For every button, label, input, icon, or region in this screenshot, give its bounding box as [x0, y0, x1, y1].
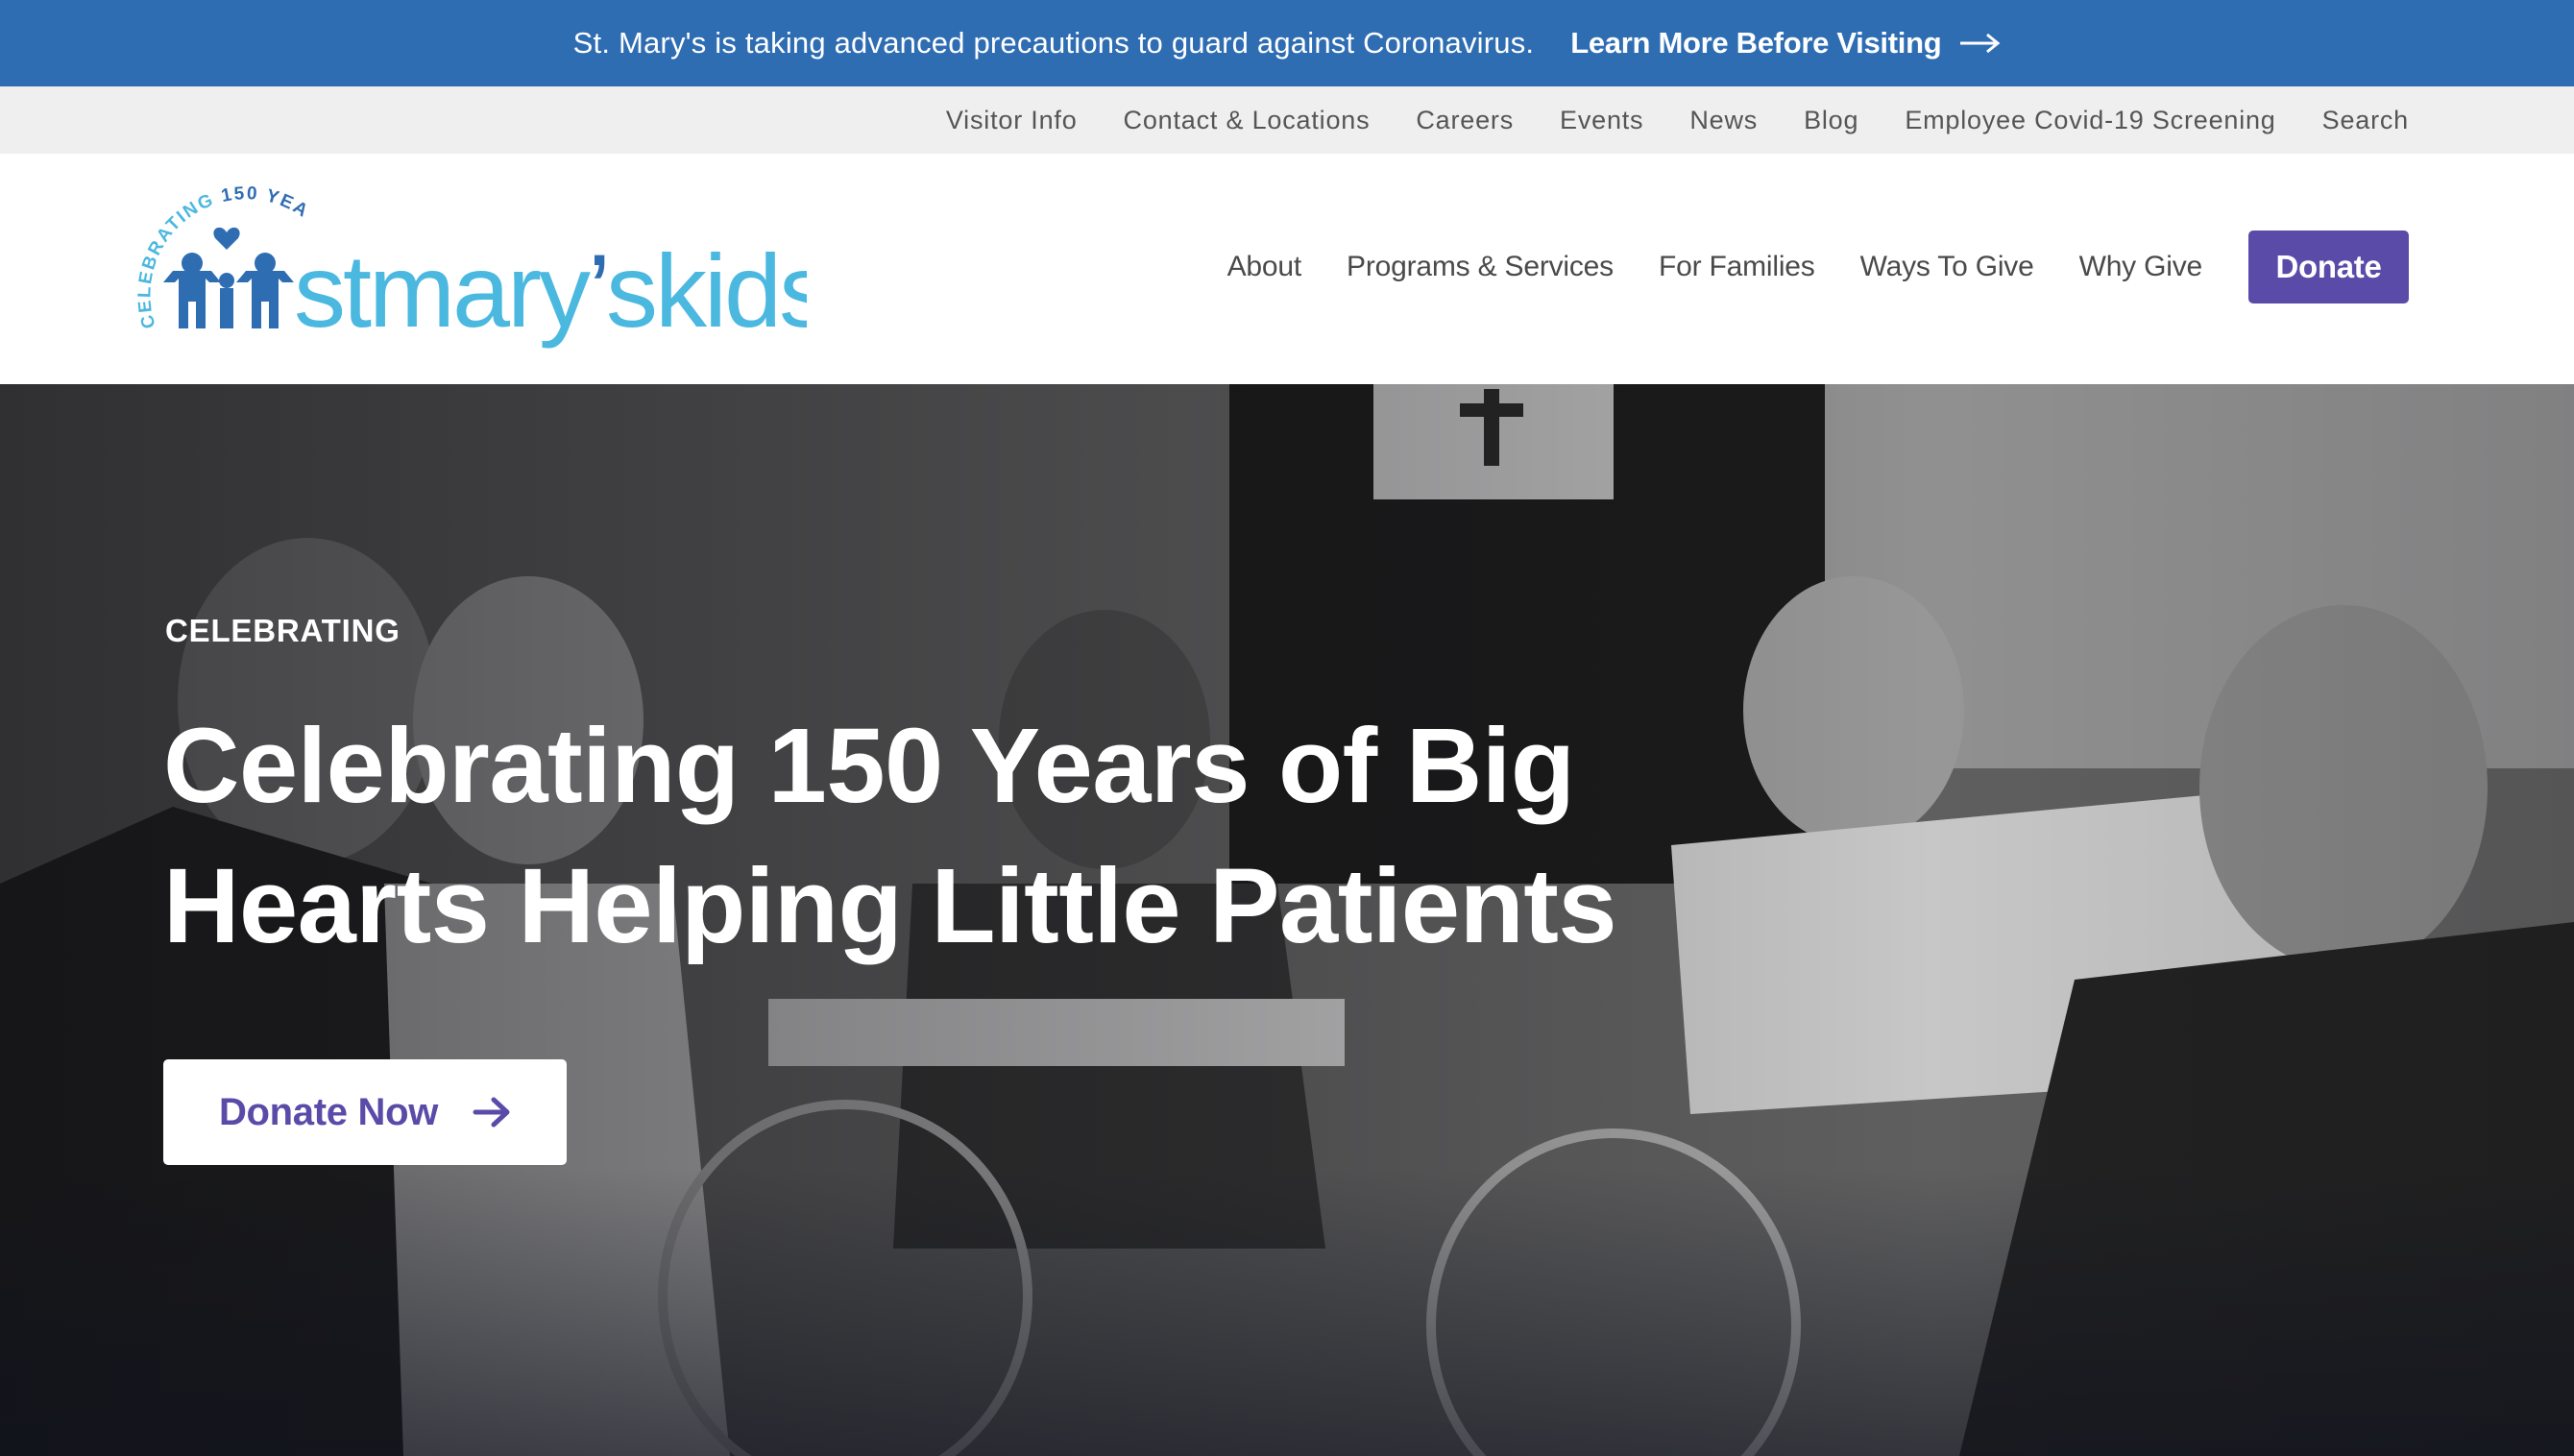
main-nav: About Programs & Services For Families W… — [1182, 231, 2409, 303]
donate-now-label: Donate Now — [218, 1090, 439, 1133]
nav-item-for-families[interactable]: For Families — [1659, 251, 1815, 283]
stmaryskids-logo[interactable]: CELEBRATING 150 YEARS stmary’skids — [134, 175, 807, 367]
donate-now-button[interactable]: Donate Now — [163, 1059, 567, 1165]
nav-item-why-give[interactable]: Why Give — [2079, 251, 2203, 283]
donate-button[interactable]: Donate — [2248, 231, 2409, 303]
hero-banner: CELEBRATING Celebrating 150 Years of Big… — [0, 384, 2574, 1456]
alert-learn-more-link[interactable]: Learn More Before Visiting — [1570, 26, 2001, 61]
utility-item-visitor-info[interactable]: Visitor Info — [946, 106, 1078, 135]
alert-text: St. Mary's is taking advanced precaution… — [572, 26, 1535, 60]
hero-eyebrow: CELEBRATING — [165, 613, 401, 648]
arrow-right-icon — [1960, 33, 2001, 54]
utility-item-blog[interactable]: Blog — [1804, 106, 1858, 135]
alert-link-label: Learn More Before Visiting — [1570, 26, 1942, 60]
alert-bar: St. Mary's is taking advanced precaution… — [0, 0, 2574, 86]
utility-item-contact-locations[interactable]: Contact & Locations — [1124, 106, 1371, 135]
nav-item-ways-to-give[interactable]: Ways To Give — [1860, 251, 2034, 283]
svg-text:stmary’skids: stmary’skids — [294, 232, 807, 349]
site-header: CELEBRATING 150 YEARS stmary’skids About… — [0, 154, 2574, 384]
nav-item-programs-services[interactable]: Programs & Services — [1347, 251, 1614, 283]
utility-item-news[interactable]: News — [1689, 106, 1758, 135]
hero-title: Celebrating 150 Years of Big Hearts Help… — [163, 707, 1617, 965]
utility-item-careers[interactable]: Careers — [1416, 106, 1514, 135]
arrow-right-icon — [473, 1097, 510, 1128]
utility-nav: Visitor Info Contact & Locations Careers… — [0, 86, 2574, 154]
nav-item-about[interactable]: About — [1227, 251, 1302, 283]
utility-item-events[interactable]: Events — [1560, 106, 1643, 135]
hero-bottom-shade — [0, 1168, 2574, 1456]
utility-item-search[interactable]: Search — [2322, 106, 2409, 135]
utility-item-covid-screening[interactable]: Employee Covid-19 Screening — [1905, 106, 2275, 135]
